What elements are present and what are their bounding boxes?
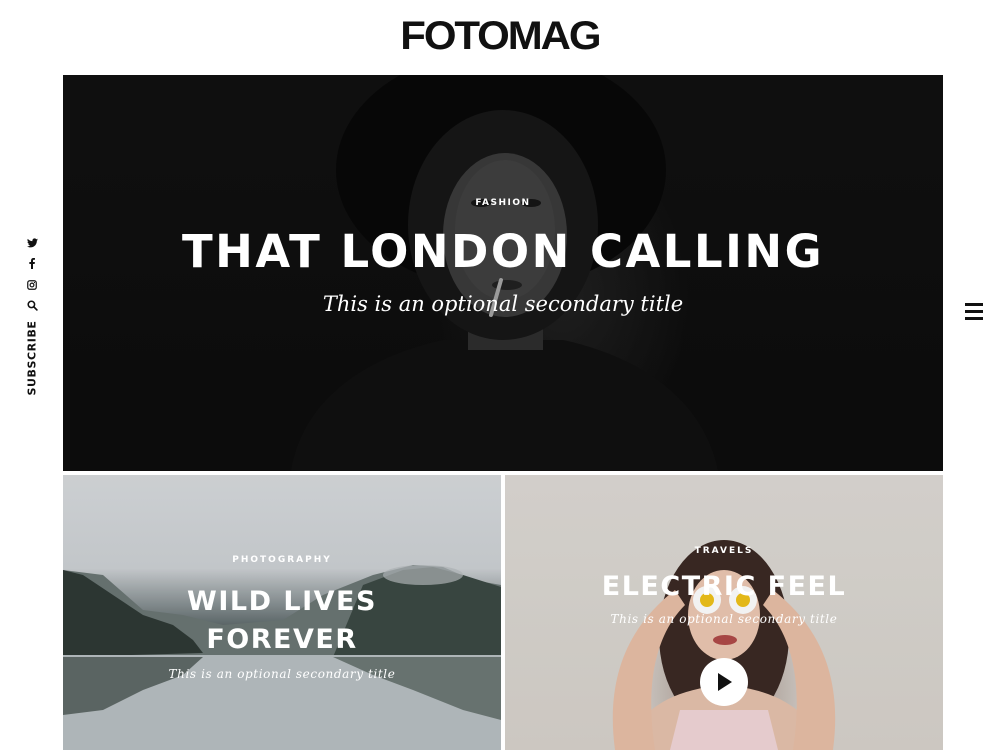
subscribe-label: SUBSCRIBE: [25, 320, 39, 396]
subscribe-link[interactable]: SUBSCRIBE: [20, 320, 44, 396]
post-subtitle-travels: This is an optional secondary title: [610, 612, 838, 626]
hero-post-card[interactable]: FASHION THAT LONDON CALLING This is an o…: [63, 75, 943, 471]
post-content-photography: PHOTOGRAPHY WILD LIVES FOREVER This is a…: [63, 555, 501, 681]
post-card-travels[interactable]: TRAVELS ELECTRIC FEEL This is an optiona…: [505, 475, 943, 750]
post-title-line: WILD LIVES: [187, 586, 377, 617]
play-button[interactable]: [700, 658, 748, 706]
hero-content: FASHION THAT LONDON CALLING This is an o…: [63, 198, 943, 318]
post-card-photography[interactable]: PHOTOGRAPHY WILD LIVES FOREVER This is a…: [63, 475, 501, 750]
post-category-travels[interactable]: TRAVELS: [505, 546, 943, 556]
hamburger-menu-icon[interactable]: [962, 303, 986, 323]
twitter-icon[interactable]: [20, 232, 44, 253]
facebook-icon[interactable]: [20, 253, 44, 274]
menu-bar: [965, 317, 983, 320]
post-title-travels[interactable]: ELECTRIC FEEL: [505, 570, 943, 604]
post-content-travels: TRAVELS ELECTRIC FEEL This is an optiona…: [505, 546, 943, 626]
site-logo-text: FOTOMAG: [400, 14, 601, 58]
social-rail: SUBSCRIBE: [20, 232, 44, 396]
menu-bar: [965, 310, 983, 313]
post-title-line: FOREVER: [206, 624, 358, 655]
post-category-photography[interactable]: PHOTOGRAPHY: [63, 555, 501, 565]
instagram-icon[interactable]: [20, 274, 44, 295]
hero-category[interactable]: FASHION: [63, 198, 943, 208]
menu-bar: [965, 303, 983, 306]
post-title-photography[interactable]: WILD LIVES FOREVER: [63, 583, 501, 659]
post-subtitle-photography: This is an optional secondary title: [168, 667, 396, 681]
site-logo[interactable]: FOTOMAG: [0, 12, 1000, 60]
hero-subtitle: This is an optional secondary title: [322, 292, 684, 316]
search-icon[interactable]: [20, 295, 44, 316]
play-icon: [718, 673, 732, 691]
hero-title[interactable]: THAT LONDON CALLING: [63, 224, 943, 280]
